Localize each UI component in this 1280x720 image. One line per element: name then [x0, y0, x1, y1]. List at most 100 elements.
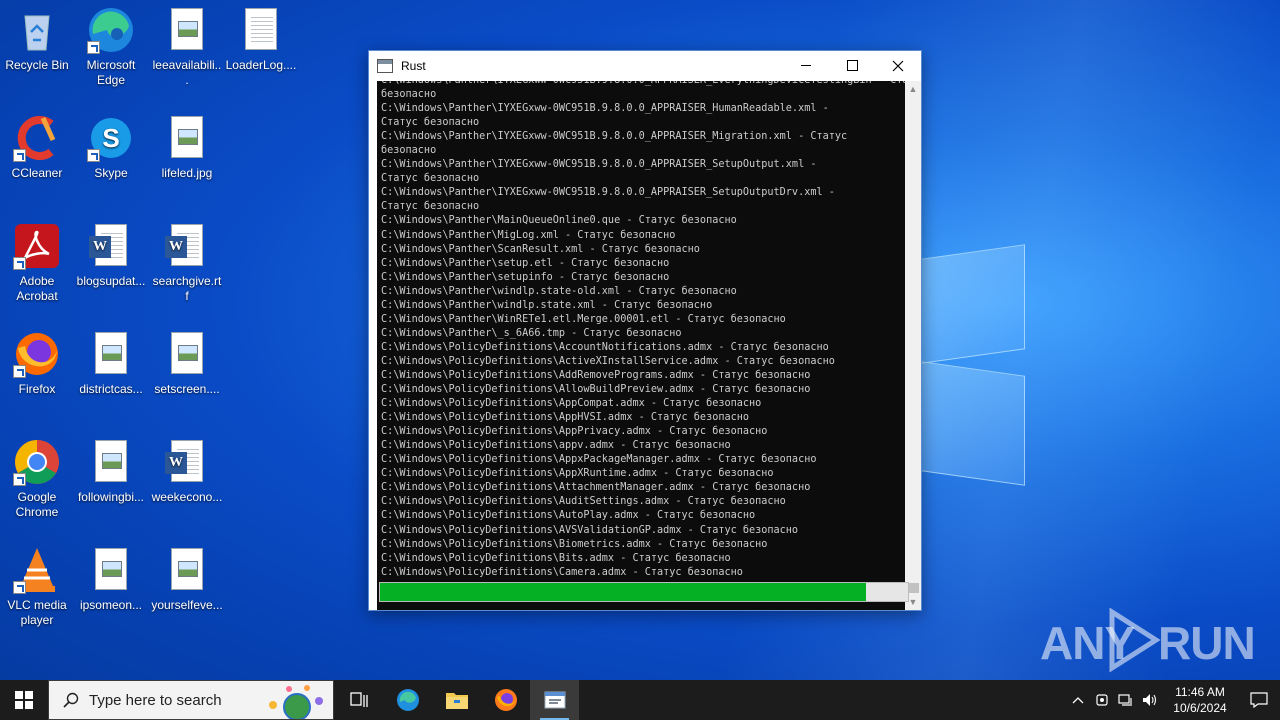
- image-file-icon: [163, 6, 211, 54]
- search-highlight-globe-icon: [269, 685, 323, 719]
- watermark-text-run: RUN: [1158, 617, 1256, 669]
- taskbar-clock[interactable]: 11:46 AM 10/6/2024: [1162, 684, 1238, 716]
- chrome-icon: [13, 438, 61, 486]
- console-window-icon: [544, 691, 565, 709]
- text-file-icon: [237, 6, 285, 54]
- desktop-icon-label: setscreen....: [154, 382, 220, 396]
- anyrun-watermark: ANY RUN: [1040, 608, 1256, 672]
- ccleaner-icon: [13, 114, 61, 162]
- console-scrollbar[interactable]: ▲ ▼: [905, 81, 921, 610]
- image-file-icon: [87, 438, 135, 486]
- window-title: Rust: [401, 58, 426, 73]
- desktop-icon[interactable]: LoaderLog....: [223, 6, 299, 73]
- desktop-icon-label: districtcas...: [79, 382, 143, 396]
- desktop-icon[interactable]: Wblogsupdat...: [73, 222, 149, 289]
- image-file-icon: [87, 330, 135, 378]
- taskbar-firefox[interactable]: [481, 680, 530, 720]
- task-view-button[interactable]: [334, 680, 383, 720]
- console-text: C:\Windows\Panther\IYXEGxww-0WC951B.9.8.…: [381, 81, 907, 578]
- word-doc-icon: W: [163, 222, 211, 270]
- desktop-icon[interactable]: districtcas...: [73, 330, 149, 397]
- desktop-icon-label: VLC media player: [7, 598, 67, 627]
- taskbar-search-box[interactable]: Type here to search: [48, 680, 334, 720]
- folder-icon: [445, 693, 468, 709]
- window-titlebar[interactable]: Rust: [369, 51, 921, 80]
- clock-time: 11:46 AM: [1175, 685, 1225, 699]
- image-file-icon: [163, 546, 211, 594]
- minimize-button[interactable]: [783, 51, 829, 80]
- desktop-icon[interactable]: yourselfeve...: [149, 546, 225, 613]
- desktop-icon[interactable]: S Skype: [73, 114, 149, 181]
- desktop-icon-label: blogsupdat...: [76, 274, 146, 288]
- play-logo-icon: [1109, 608, 1161, 672]
- notifications-button[interactable]: [1238, 680, 1280, 720]
- desktop-icon[interactable]: followingbi...: [73, 438, 149, 505]
- system-tray: 11:46 AM 10/6/2024: [1066, 680, 1280, 720]
- console-output[interactable]: C:\Windows\Panther\IYXEGxww-0WC951B.9.8.…: [377, 81, 907, 610]
- tray-device-icon[interactable]: [1090, 680, 1114, 720]
- search-placeholder: Type here to search: [89, 691, 222, 709]
- clock-date: 10/6/2024: [1173, 701, 1227, 715]
- edge-icon: [396, 689, 419, 711]
- desktop-icon-label: CCleaner: [11, 166, 63, 180]
- desktop-icon[interactable]: Firefox: [0, 330, 75, 397]
- acrobat-icon: [13, 222, 61, 270]
- edge-icon: [87, 6, 135, 54]
- shortcut-arrow-icon: [87, 41, 100, 54]
- desktop-icon[interactable]: ipsomeon...: [73, 546, 149, 613]
- shortcut-arrow-icon: [13, 149, 26, 162]
- desktop-icon[interactable]: lifeled.jpg: [149, 114, 225, 181]
- desktop-icon[interactable]: VLC media player: [0, 546, 75, 628]
- shortcut-arrow-icon: [13, 581, 26, 594]
- desktop-icon[interactable]: Microsoft Edge: [73, 6, 149, 88]
- svg-text:S: S: [102, 123, 119, 153]
- image-file-icon: [87, 546, 135, 594]
- desktop-icon-label: ipsomeon...: [79, 598, 143, 612]
- shortcut-arrow-icon: [13, 257, 26, 270]
- word-doc-icon: W: [163, 438, 211, 486]
- vlc-icon: [13, 546, 61, 594]
- firefox-icon: [13, 330, 61, 378]
- shortcut-arrow-icon: [13, 473, 26, 486]
- desktop-icon-label: yourselfeve...: [151, 598, 223, 612]
- desktop-icon[interactable]: Wweekecono...: [149, 438, 225, 505]
- image-file-icon: [163, 114, 211, 162]
- desktop-icon-label: Skype: [94, 166, 128, 180]
- desktop-icon[interactable]: Recycle Bin: [0, 6, 75, 73]
- taskbar-rust-console[interactable]: [530, 680, 579, 720]
- notification-icon: [1250, 692, 1268, 708]
- desktop-icon-label: leeavailabili...: [152, 58, 222, 87]
- desktop-icon-label: Firefox: [18, 382, 56, 396]
- taskbar-edge[interactable]: [383, 680, 432, 720]
- windows-start-icon: [15, 691, 33, 709]
- volume-icon[interactable]: [1138, 680, 1162, 720]
- desktop-icon-label: LoaderLog....: [225, 58, 297, 72]
- desktop-icon[interactable]: Adobe Acrobat: [0, 222, 75, 304]
- close-button[interactable]: [875, 51, 921, 80]
- desktop-icon-label: Recycle Bin: [5, 58, 69, 72]
- recycle-bin-icon: [13, 6, 61, 54]
- desktop-icon[interactable]: setscreen....: [149, 330, 225, 397]
- shortcut-arrow-icon: [13, 365, 26, 378]
- tray-overflow-chevron-icon[interactable]: [1066, 680, 1090, 720]
- desktop-icon-label: followingbi...: [77, 490, 145, 504]
- taskbar-file-explorer[interactable]: [432, 680, 481, 720]
- maximize-button[interactable]: [829, 51, 875, 80]
- desktop-icon-label: weekecono...: [151, 490, 223, 504]
- shortcut-arrow-icon: [87, 149, 100, 162]
- desktop-icon[interactable]: Google Chrome: [0, 438, 75, 520]
- desktop-icon[interactable]: leeavailabili...: [149, 6, 225, 88]
- desktop-icon-label: Adobe Acrobat: [16, 274, 58, 303]
- search-icon: [63, 692, 79, 708]
- start-button[interactable]: [0, 680, 48, 720]
- firefox-icon: [494, 689, 517, 711]
- scroll-up-arrow-icon[interactable]: ▲: [905, 81, 921, 97]
- desktop-icon[interactable]: CCleaner: [0, 114, 75, 181]
- desktop-icon[interactable]: Wsearchgive.rtf: [149, 222, 225, 304]
- taskbar: Type here to search 11:46 AM 10/6/2024: [0, 680, 1280, 720]
- console-app-icon: [377, 58, 393, 73]
- rust-console-window[interactable]: Rust C:\Windows\Panther\IYXEGxww-0WC951B…: [368, 50, 922, 611]
- word-doc-icon: W: [87, 222, 135, 270]
- close-icon: [892, 60, 904, 71]
- network-icon[interactable]: [1114, 680, 1138, 720]
